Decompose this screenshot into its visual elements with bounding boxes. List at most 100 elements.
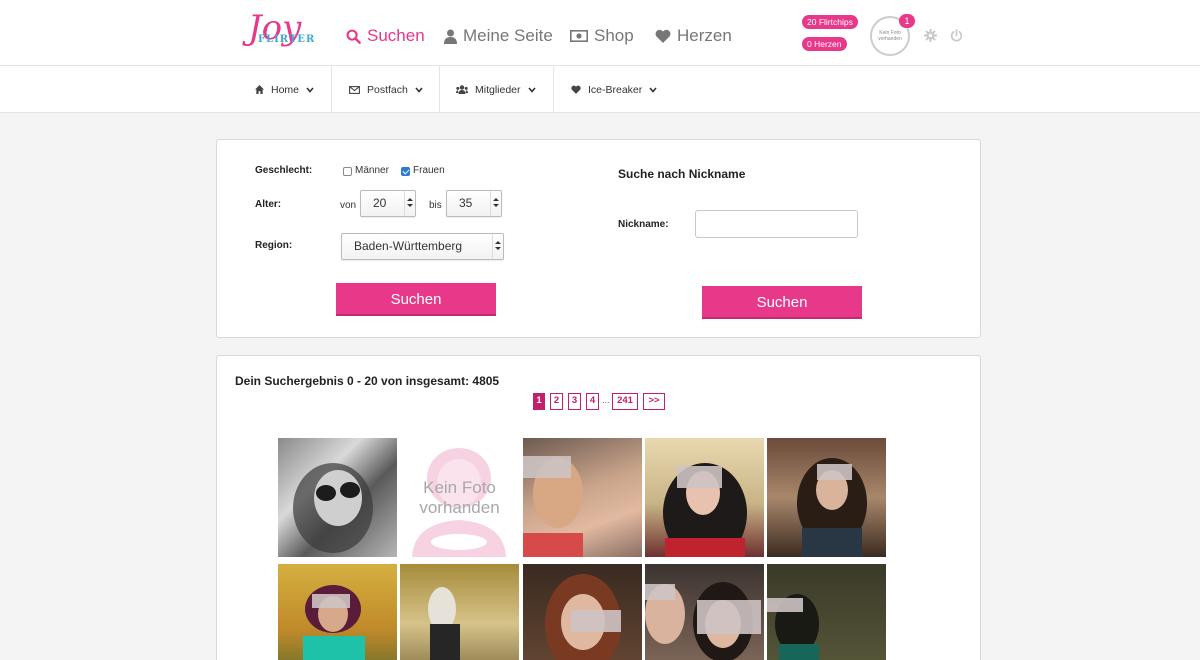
privacy-blur: [697, 600, 761, 634]
nickname-search-title: Suche nach Nickname: [618, 167, 746, 181]
page-2-button[interactable]: 2: [550, 393, 563, 410]
women-label: Frauen: [413, 165, 445, 176]
user-icon: [444, 29, 457, 44]
region-label: Region:: [255, 240, 293, 251]
results-title: Dein Suchergebnis 0 - 20 von insgesamt: …: [235, 374, 500, 388]
women-checkbox[interactable]: [401, 167, 410, 176]
subnav-home-label: Home: [271, 83, 300, 96]
privacy-blur: [677, 466, 722, 488]
avatar-placeholder-text: Kein Foto vorhanden: [878, 30, 902, 42]
men-label: Männer: [355, 165, 389, 176]
chevron-down-icon: [527, 86, 536, 93]
chevron-down-icon: [649, 86, 657, 93]
nav-shop-label: Shop: [594, 26, 634, 45]
member-photo-image: [293, 463, 373, 553]
power-icon[interactable]: [950, 29, 963, 42]
privacy-blur: [817, 464, 852, 480]
page-last-button[interactable]: 241: [612, 393, 638, 410]
privacy-blur: [523, 456, 571, 478]
subnav-ice-breaker[interactable]: Ice-Breaker: [571, 66, 657, 113]
no-photo-line1: Kein Foto: [423, 477, 496, 497]
money-icon: [570, 30, 588, 42]
page-3-button[interactable]: 3: [568, 393, 581, 410]
member-photo[interactable]: [400, 564, 519, 660]
subnav-divider: [553, 66, 554, 113]
nav-suchen[interactable]: Suchen: [346, 26, 425, 46]
sub-navigation: Home Postfach Mitglieder Ice-Breaker: [0, 66, 1200, 113]
pagination-ellipsis: ...: [602, 395, 610, 405]
notification-count-badge[interactable]: 1: [899, 14, 915, 28]
page-next-button[interactable]: >>: [643, 393, 665, 410]
users-icon: [456, 85, 468, 94]
herzen-badge[interactable]: 0 Herzen: [802, 37, 847, 51]
men-checkbox[interactable]: [343, 167, 352, 176]
age-from-select[interactable]: 20: [360, 190, 416, 217]
nav-herzen[interactable]: Herzen: [655, 26, 732, 46]
nickname-input[interactable]: [695, 210, 858, 238]
chevron-down-icon: [415, 86, 423, 93]
nav-suchen-label: Suchen: [367, 26, 425, 45]
logo-subtext: FLIRTER: [258, 34, 316, 45]
member-photo[interactable]: [278, 438, 397, 557]
search-icon: [346, 29, 361, 44]
chevron-down-icon: [306, 86, 314, 93]
member-photo[interactable]: [767, 564, 886, 660]
age-from-value: 20: [373, 196, 387, 210]
subnav-postfach-label: Postfach: [367, 83, 408, 96]
privacy-blur: [312, 594, 350, 608]
search-panel: Geschlecht: Männer Frauen Alter: von 20 …: [216, 139, 981, 338]
member-photo-image: [428, 587, 460, 660]
site-logo[interactable]: Joy FLIRTER: [244, 8, 314, 54]
member-photo-image: [797, 458, 867, 557]
nickname-search-button[interactable]: Suchen: [702, 286, 862, 319]
subnav-postfach[interactable]: Postfach: [349, 66, 423, 113]
subnav-mitglieder[interactable]: Mitglieder: [456, 66, 536, 113]
nav-shop[interactable]: Shop: [570, 26, 634, 46]
member-photo[interactable]: [645, 438, 764, 557]
age-from-label: von: [340, 200, 357, 211]
subnav-divider: [439, 66, 440, 113]
member-photo-image: [775, 594, 819, 660]
privacy-blur: [571, 610, 621, 632]
member-photo[interactable]: [767, 438, 886, 557]
member-photo-image: [663, 463, 747, 557]
member-photo[interactable]: [278, 564, 397, 660]
privacy-blur: [645, 584, 675, 600]
region-select[interactable]: Baden-Württemberg: [341, 233, 504, 260]
gear-icon[interactable]: [924, 29, 937, 42]
member-photo[interactable]: [523, 438, 642, 557]
member-photo[interactable]: [523, 564, 642, 660]
subnav-divider: [331, 66, 332, 113]
age-to-value: 35: [459, 196, 473, 210]
subnav-ice-breaker-label: Ice-Breaker: [588, 83, 643, 96]
subnav-home[interactable]: Home: [255, 66, 314, 113]
nickname-label: Nickname:: [618, 219, 669, 230]
heart-icon: [655, 29, 671, 43]
envelope-icon: [349, 85, 360, 94]
subnav-mitglieder-label: Mitglieder: [475, 83, 521, 96]
page-1-button[interactable]: 1: [533, 393, 545, 410]
select-arrows-icon: [490, 191, 501, 216]
flirtchips-badge[interactable]: 20 Flirtchips: [802, 15, 858, 29]
region-value: Baden-Württemberg: [354, 239, 463, 253]
nav-herzen-label: Herzen: [677, 26, 732, 45]
top-header: Joy FLIRTER Suchen Meine Seite Shop Herz…: [0, 0, 1200, 66]
privacy-blur: [767, 598, 803, 612]
nav-meine-seite-label: Meine Seite: [463, 26, 553, 45]
age-label: Alter:: [255, 199, 282, 210]
home-icon: [255, 85, 264, 94]
search-button[interactable]: Suchen: [336, 283, 496, 316]
member-photo[interactable]: [645, 564, 764, 660]
nav-meine-seite[interactable]: Meine Seite: [444, 26, 553, 46]
no-photo-line2: vorhanden: [419, 497, 500, 517]
heart-icon: [571, 85, 581, 94]
select-arrows-icon: [404, 191, 415, 216]
member-photo-image: [303, 585, 365, 660]
no-photo-text: Kein Foto vorhanden: [400, 438, 519, 557]
age-to-select[interactable]: 35: [446, 190, 502, 217]
member-photo-placeholder[interactable]: Kein Foto vorhanden: [400, 438, 519, 557]
results-panel: Dein Suchergebnis 0 - 20 von insgesamt: …: [216, 355, 981, 660]
select-arrows-icon: [492, 234, 503, 259]
page-4-button[interactable]: 4: [586, 393, 599, 410]
gender-label: Geschlecht:: [255, 165, 313, 176]
